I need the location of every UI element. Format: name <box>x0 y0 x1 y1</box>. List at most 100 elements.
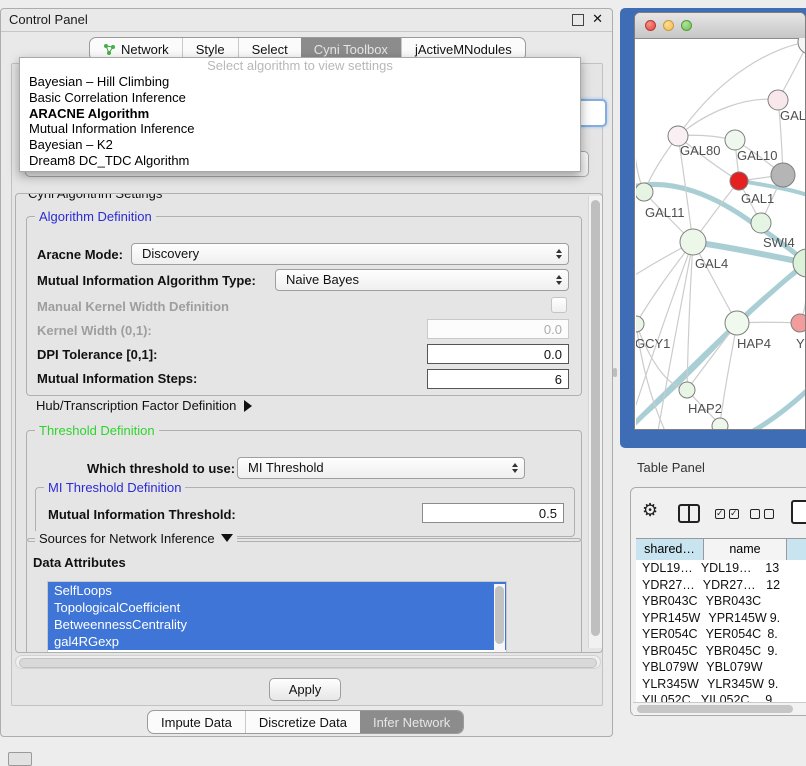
algorithm-option-dream8-dc-tdc-algorithm[interactable]: Dream8 DC_TDC Algorithm <box>20 153 580 169</box>
table-row[interactable]: YLR345WYLR345W9. <box>636 676 806 693</box>
attribute-item-topologicalcoefficient[interactable]: TopologicalCoefficient <box>48 599 506 616</box>
mi-steps-field[interactable]: 6 <box>427 369 569 389</box>
hub-definition-label: Hub/Transcription Factor Definition <box>36 398 236 413</box>
deselect-all-icon[interactable] <box>750 509 774 519</box>
threshold-definition-title: Threshold Definition <box>35 423 159 438</box>
mi-algo-type-combo[interactable]: Naive Bayes <box>275 269 569 291</box>
mi-threshold-field[interactable]: 0.5 <box>422 503 564 523</box>
select-all-icon[interactable] <box>715 509 739 519</box>
kernel-width-label: Kernel Width (0,1): <box>37 323 152 338</box>
table-row[interactable]: YBR045CYBR045C9. <box>636 643 806 660</box>
node-gray[interactable] <box>771 163 795 187</box>
which-threshold-combo[interactable]: MI Threshold <box>237 457 525 479</box>
scrollbar-thumb[interactable] <box>19 658 597 668</box>
manual-kernel-checkbox[interactable] <box>551 297 567 313</box>
close-traffic-light-icon[interactable] <box>645 20 656 31</box>
dpi-tolerance-field[interactable]: 0.0 <box>427 344 569 364</box>
collapse-down-icon[interactable] <box>221 534 233 542</box>
network-edge[interactable] <box>693 242 737 323</box>
list-vertical-scrollbar[interactable] <box>494 584 505 652</box>
tab-infer-network[interactable]: Infer Network <box>360 711 463 733</box>
table-row[interactable]: YPR145WYPR145W9. <box>636 610 806 627</box>
network-edge[interactable] <box>687 323 737 390</box>
tab-impute-data[interactable]: Impute Data <box>148 711 245 733</box>
scrollbar-thumb[interactable] <box>495 586 504 644</box>
network-edge[interactable] <box>678 99 778 136</box>
attribute-item-gal4rgexp[interactable]: gal4RGexp <box>48 633 506 650</box>
algorithm-option-basic-correlation-inference[interactable]: Basic Correlation Inference <box>20 90 580 106</box>
attribute-item-betweennesscentrality[interactable]: BetweennessCentrality <box>48 616 506 633</box>
scrollbar-thumb[interactable] <box>591 200 600 636</box>
node-gal1[interactable] <box>730 172 748 190</box>
network-window-titlebar[interactable] <box>635 13 805 39</box>
node-gal-pink-label: GAL <box>780 108 806 123</box>
sources-group-title: Sources for Network Inference <box>35 531 237 546</box>
minimized-panel-icon[interactable] <box>8 752 32 766</box>
algorithm-definition-title: Algorithm Definition <box>35 209 156 224</box>
table-cell: YLR345W <box>699 676 765 693</box>
network-edge[interactable] <box>737 265 806 323</box>
node-hap2[interactable] <box>679 382 695 398</box>
mi-threshold-group-title: MI Threshold Definition <box>44 480 185 495</box>
kernel-width-field[interactable]: 0.0 <box>427 319 569 339</box>
threshold-definition-group: Threshold Definition Which threshold to … <box>26 430 582 542</box>
algorithm-option-aracne-algorithm[interactable]: ARACNE Algorithm <box>20 106 580 122</box>
network-edge[interactable] <box>636 242 693 324</box>
tab-discretize-data[interactable]: Discretize Data <box>245 711 360 733</box>
table-cell: YDR27… <box>695 577 763 594</box>
panel-divider-handle[interactable] <box>613 368 617 377</box>
column-header-a[interactable]: A <box>787 539 806 561</box>
table-horizontal-scrollbar[interactable] <box>633 702 806 715</box>
table-row[interactable]: YER054CYER054C8. <box>636 626 806 643</box>
node-top-right[interactable] <box>798 38 806 54</box>
algorithm-option-bayesian-hill-climbing[interactable]: Bayesian – Hill Climbing <box>20 74 580 90</box>
table-panel-window: ⚙ shared…nameA YDL19…YDL19…13YDR27…YDR27… <box>630 487 806 716</box>
algorithm-option-bayesian-k2[interactable]: Bayesian – K2 <box>20 137 580 153</box>
column-header-name[interactable]: name <box>704 539 787 561</box>
column-layout-icon[interactable] <box>678 504 700 523</box>
network-edge[interactable] <box>744 388 806 430</box>
table-row[interactable]: YBL079WYBL079W <box>636 659 806 676</box>
node-hap4-label: HAP4 <box>737 336 771 351</box>
node-gal11[interactable] <box>636 183 653 201</box>
expand-right-icon[interactable] <box>244 400 252 412</box>
data-attributes-list[interactable]: SelfLoopsTopologicalCoefficientBetweenne… <box>47 581 507 653</box>
node-swi4[interactable] <box>751 213 771 233</box>
node-gal-pink[interactable] <box>768 90 788 110</box>
table-row[interactable]: YDL19…YDL19…13 <box>636 560 806 577</box>
table-icon[interactable] <box>791 500 806 524</box>
table-cell: YIL052C <box>636 692 693 702</box>
node-gcy1[interactable] <box>636 316 644 332</box>
tab-label: Impute Data <box>161 715 232 730</box>
algorithm-option-mutual-information-inference[interactable]: Mutual Information Inference <box>20 121 580 137</box>
table-cell: YBR043C <box>698 593 765 610</box>
settings-horizontal-scrollbar[interactable] <box>15 655 601 669</box>
settings-gear-icon[interactable]: ⚙ <box>642 501 658 519</box>
close-icon[interactable]: ✕ <box>592 11 603 27</box>
node-bottom[interactable] <box>712 418 728 430</box>
node-salmon[interactable] <box>791 314 806 332</box>
aracne-mode-combo[interactable]: Discovery <box>131 243 569 265</box>
scrollbar-thumb[interactable] <box>637 705 793 713</box>
node-gal10[interactable] <box>725 130 745 150</box>
zoom-traffic-light-icon[interactable] <box>681 20 692 31</box>
node-gal4[interactable] <box>680 229 706 255</box>
hub-definition-section[interactable]: Hub/Transcription Factor Definition <box>36 398 252 413</box>
node-gal10-label: GAL10 <box>737 148 777 163</box>
node-salmon-label: Y <box>796 336 805 351</box>
table-row[interactable]: YIL052CYIL052C9. <box>636 692 806 702</box>
dpi-tolerance-label: DPI Tolerance [0,1]: <box>37 347 157 362</box>
tab-label: Style <box>196 42 225 57</box>
minimize-traffic-light-icon[interactable] <box>663 20 674 31</box>
settings-vertical-scrollbar[interactable] <box>588 196 602 648</box>
table-row[interactable]: YBR043CYBR043C <box>636 593 806 610</box>
bottom-tabbar: Impute Data Discretize DataInfer Network <box>147 710 464 734</box>
apply-button[interactable]: Apply <box>269 678 341 701</box>
table-row[interactable]: YDR27…YDR27…12 <box>636 577 806 594</box>
network-canvas[interactable]: GALGAL80GAL10GAL1GAL11SWI4GAL4GCY1HAP4YH… <box>636 38 806 430</box>
column-header-shared[interactable]: shared… <box>636 539 704 561</box>
node-hap4[interactable] <box>725 311 749 335</box>
attribute-item-selfloops[interactable]: SelfLoops <box>48 582 506 599</box>
table-cell: YBL079W <box>698 659 764 676</box>
float-window-icon[interactable] <box>572 14 584 26</box>
